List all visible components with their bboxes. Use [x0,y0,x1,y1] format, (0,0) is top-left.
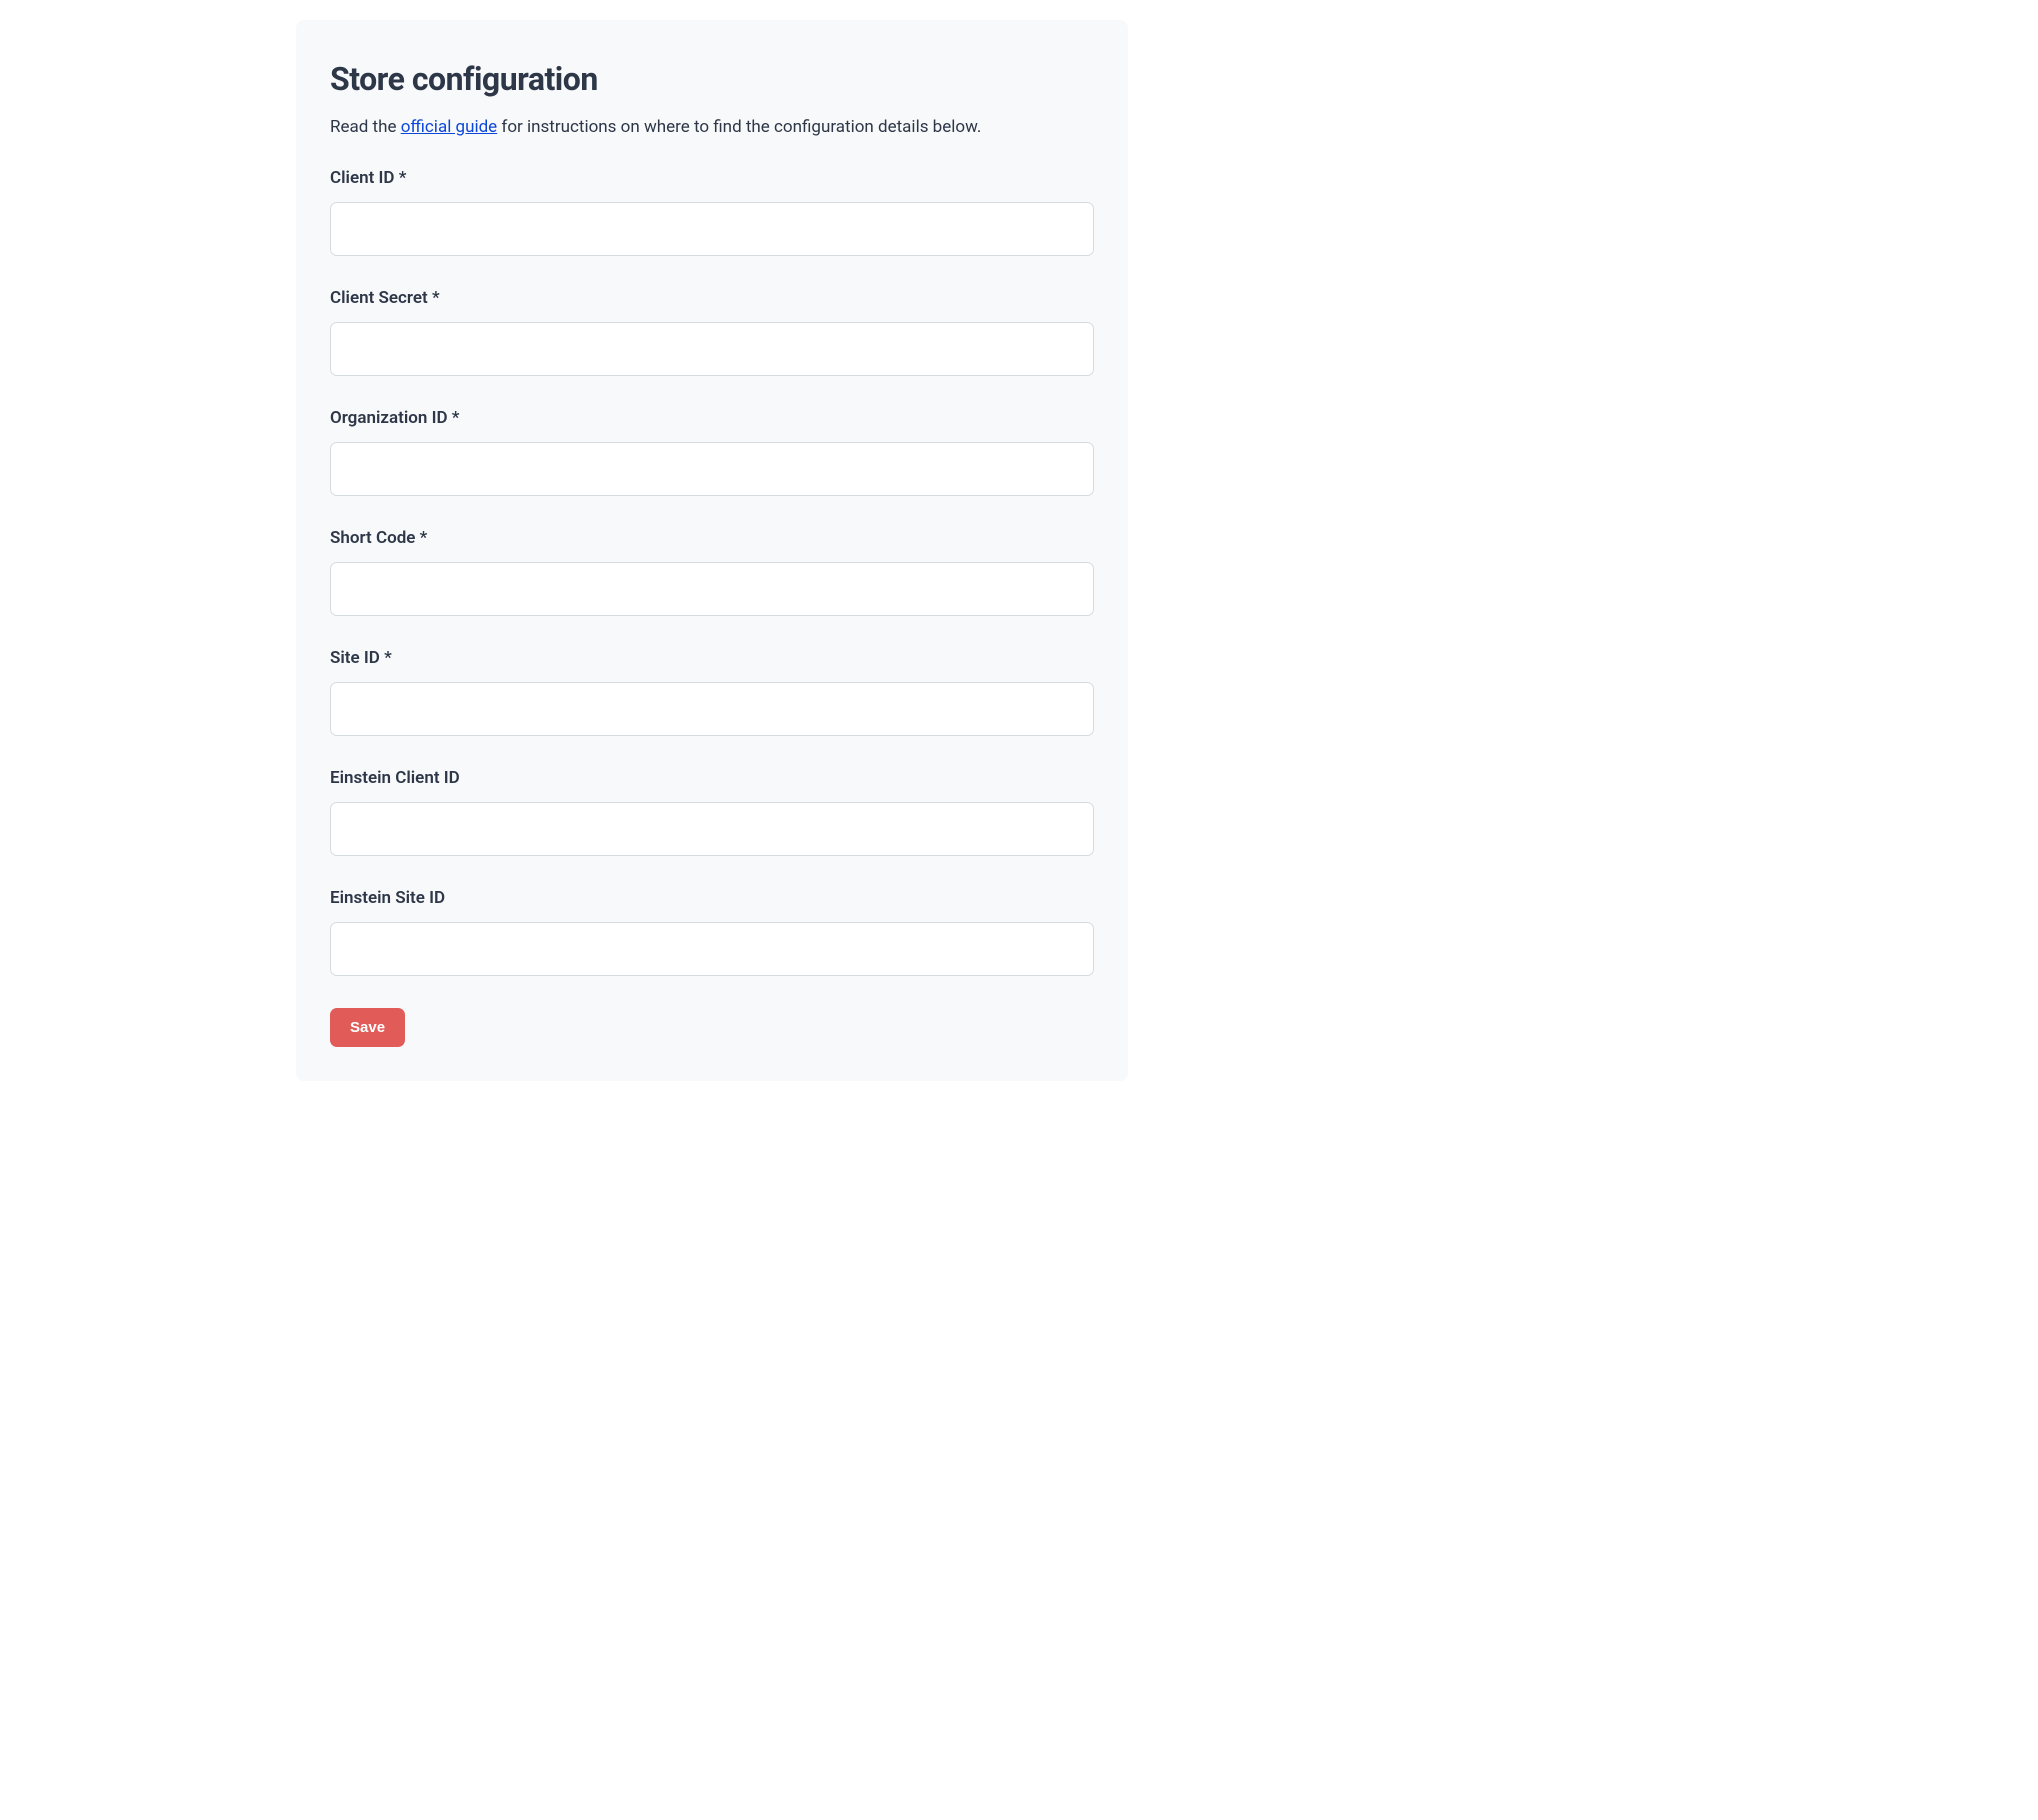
intro-text: Read the official guide for instructions… [330,116,1094,140]
einstein-client-id-input[interactable] [330,802,1094,856]
einstein-site-id-label: Einstein Site ID [330,888,1094,908]
einstein-site-id-input[interactable] [330,922,1094,976]
client-id-input[interactable] [330,202,1094,256]
site-id-input[interactable] [330,682,1094,736]
einstein-client-id-label: Einstein Client ID [330,768,1094,788]
short-code-label: Short Code * [330,528,1094,548]
intro-after: for instructions on where to find the co… [497,117,981,137]
organization-id-input[interactable] [330,442,1094,496]
official-guide-link[interactable]: official guide [401,117,498,137]
site-id-label: Site ID * [330,648,1094,668]
intro-before: Read the [330,117,401,137]
store-configuration-card: Store configuration Read the official gu… [296,20,1128,1081]
client-id-label: Client ID * [330,168,1094,188]
organization-id-label: Organization ID * [330,408,1094,428]
short-code-input[interactable] [330,562,1094,616]
client-secret-label: Client Secret * [330,288,1094,308]
page-title: Store configuration [330,60,1094,98]
save-button[interactable]: Save [330,1008,405,1047]
client-secret-input[interactable] [330,322,1094,376]
